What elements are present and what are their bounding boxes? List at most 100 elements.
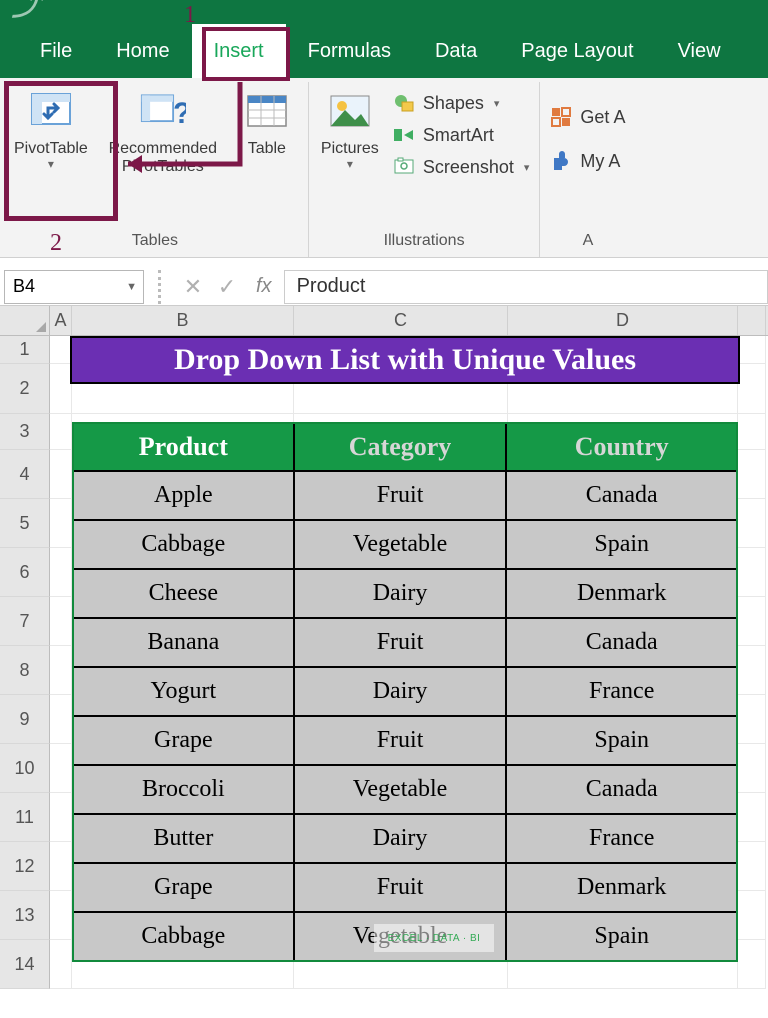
table-cell[interactable]: Fruit — [295, 715, 508, 764]
get-addins-button[interactable]: Get A — [546, 104, 629, 130]
table-cell[interactable]: Broccoli — [74, 764, 295, 813]
row-header[interactable]: 11 — [0, 793, 50, 842]
tab-data[interactable]: Data — [413, 24, 499, 78]
my-addins-button[interactable]: My A — [546, 148, 629, 174]
tab-pagelayout[interactable]: Page Layout — [499, 24, 655, 78]
grid-cell[interactable] — [738, 336, 766, 364]
enter-formula-icon[interactable]: ✓ — [210, 274, 244, 300]
grid-cell[interactable] — [50, 364, 72, 414]
table-cell[interactable]: Yogurt — [74, 666, 295, 715]
grid-cell[interactable] — [50, 793, 72, 842]
col-header-B[interactable]: B — [72, 306, 294, 335]
row-header[interactable]: 13 — [0, 891, 50, 940]
recommended-pivottables-button[interactable]: ? Recommended PivotTables — [98, 86, 228, 179]
row-header[interactable]: 6 — [0, 548, 50, 597]
row-header[interactable]: 8 — [0, 646, 50, 695]
worksheet-grid[interactable]: A B C D 1234567891011121314 Drop Down Li… — [0, 306, 768, 989]
tab-formulas[interactable]: Formulas — [286, 24, 413, 78]
grid-cell[interactable] — [738, 695, 766, 744]
row-header[interactable]: 10 — [0, 744, 50, 793]
row-header[interactable]: 4 — [0, 450, 50, 499]
table-cell[interactable]: Canada — [507, 470, 736, 519]
table-cell[interactable]: Cabbage — [74, 519, 295, 568]
pictures-button[interactable]: Pictures ▾ — [315, 86, 385, 174]
col-header-E[interactable] — [738, 306, 766, 335]
row-header[interactable]: 12 — [0, 842, 50, 891]
row-header[interactable]: 14 — [0, 940, 50, 989]
header-country[interactable]: Country — [507, 424, 736, 470]
grid-cell[interactable] — [50, 646, 72, 695]
name-box[interactable]: B4 ▼ — [4, 270, 144, 304]
tab-view[interactable]: View — [656, 24, 743, 78]
grid-cell[interactable] — [50, 842, 72, 891]
table-cell[interactable]: Grape — [74, 715, 295, 764]
tab-file[interactable]: File — [18, 24, 94, 78]
table-cell[interactable]: France — [507, 666, 736, 715]
table-cell[interactable]: Cheese — [74, 568, 295, 617]
select-all-corner[interactable] — [0, 306, 50, 335]
grid-cell[interactable] — [50, 940, 72, 989]
cancel-formula-icon[interactable]: ✕ — [176, 274, 210, 300]
table-cell[interactable]: Dairy — [295, 568, 508, 617]
row-header[interactable]: 9 — [0, 695, 50, 744]
row-header[interactable]: 7 — [0, 597, 50, 646]
grid-cell[interactable] — [738, 499, 766, 548]
grid-cell[interactable] — [50, 548, 72, 597]
shapes-button[interactable]: Shapes▾ — [389, 90, 534, 116]
pivottable-button[interactable]: PivotTable ▾ — [8, 86, 94, 174]
grid-cell[interactable] — [738, 744, 766, 793]
grid-cell[interactable] — [50, 414, 72, 450]
table-cell[interactable]: Fruit — [295, 617, 508, 666]
grid-cell[interactable] — [738, 891, 766, 940]
table-cell[interactable]: Grape — [74, 862, 295, 911]
col-header-D[interactable]: D — [508, 306, 738, 335]
grid-cell[interactable] — [738, 793, 766, 842]
grid-cell[interactable] — [50, 336, 72, 364]
table-cell[interactable]: Fruit — [295, 470, 508, 519]
table-cell[interactable]: Banana — [74, 617, 295, 666]
table-cell[interactable]: Canada — [507, 617, 736, 666]
grid-cell[interactable] — [738, 364, 766, 414]
table-cell[interactable]: Canada — [507, 764, 736, 813]
table-cell[interactable]: Vegetable — [295, 911, 508, 960]
table-cell[interactable]: Spain — [507, 715, 736, 764]
table-cell[interactable]: Spain — [507, 519, 736, 568]
col-header-C[interactable]: C — [294, 306, 508, 335]
grid-cell[interactable] — [50, 450, 72, 499]
grid-cell[interactable] — [738, 450, 766, 499]
grid-cell[interactable] — [50, 695, 72, 744]
col-header-A[interactable]: A — [50, 306, 72, 335]
fx-icon[interactable]: fx — [244, 275, 284, 298]
smartart-button[interactable]: SmartArt — [389, 122, 534, 148]
grid-cell[interactable] — [50, 744, 72, 793]
grid-cell[interactable] — [738, 548, 766, 597]
row-header[interactable]: 5 — [0, 499, 50, 548]
table-cell[interactable]: Apple — [74, 470, 295, 519]
grid-cell[interactable] — [50, 597, 72, 646]
grid-cell[interactable] — [50, 891, 72, 940]
formula-bar-input[interactable] — [284, 270, 768, 304]
grid-cell[interactable] — [738, 414, 766, 450]
table-cell[interactable]: Dairy — [295, 813, 508, 862]
tab-home[interactable]: Home — [94, 24, 191, 78]
table-cell[interactable]: Dairy — [295, 666, 508, 715]
chevron-down-icon[interactable]: ▼ — [126, 281, 137, 293]
table-cell[interactable]: France — [507, 813, 736, 862]
grid-cell[interactable] — [738, 646, 766, 695]
grid-cell[interactable] — [738, 842, 766, 891]
row-header[interactable]: 2 — [0, 364, 50, 414]
grid-cell[interactable] — [738, 597, 766, 646]
table-cell[interactable]: Vegetable — [295, 764, 508, 813]
table-cell[interactable]: Butter — [74, 813, 295, 862]
table-cell[interactable]: Cabbage — [74, 911, 295, 960]
table-cell[interactable]: Denmark — [507, 568, 736, 617]
row-header[interactable]: 1 — [0, 336, 50, 364]
grid-cell[interactable] — [50, 499, 72, 548]
table-button[interactable]: Table — [232, 86, 302, 160]
screenshot-button[interactable]: Screenshot▾ — [389, 154, 534, 180]
grid-cell[interactable] — [738, 940, 766, 989]
table-cell[interactable]: Vegetable — [295, 519, 508, 568]
table-cell[interactable]: Denmark — [507, 862, 736, 911]
row-header[interactable]: 3 — [0, 414, 50, 450]
table-cell[interactable]: Spain — [507, 911, 736, 960]
